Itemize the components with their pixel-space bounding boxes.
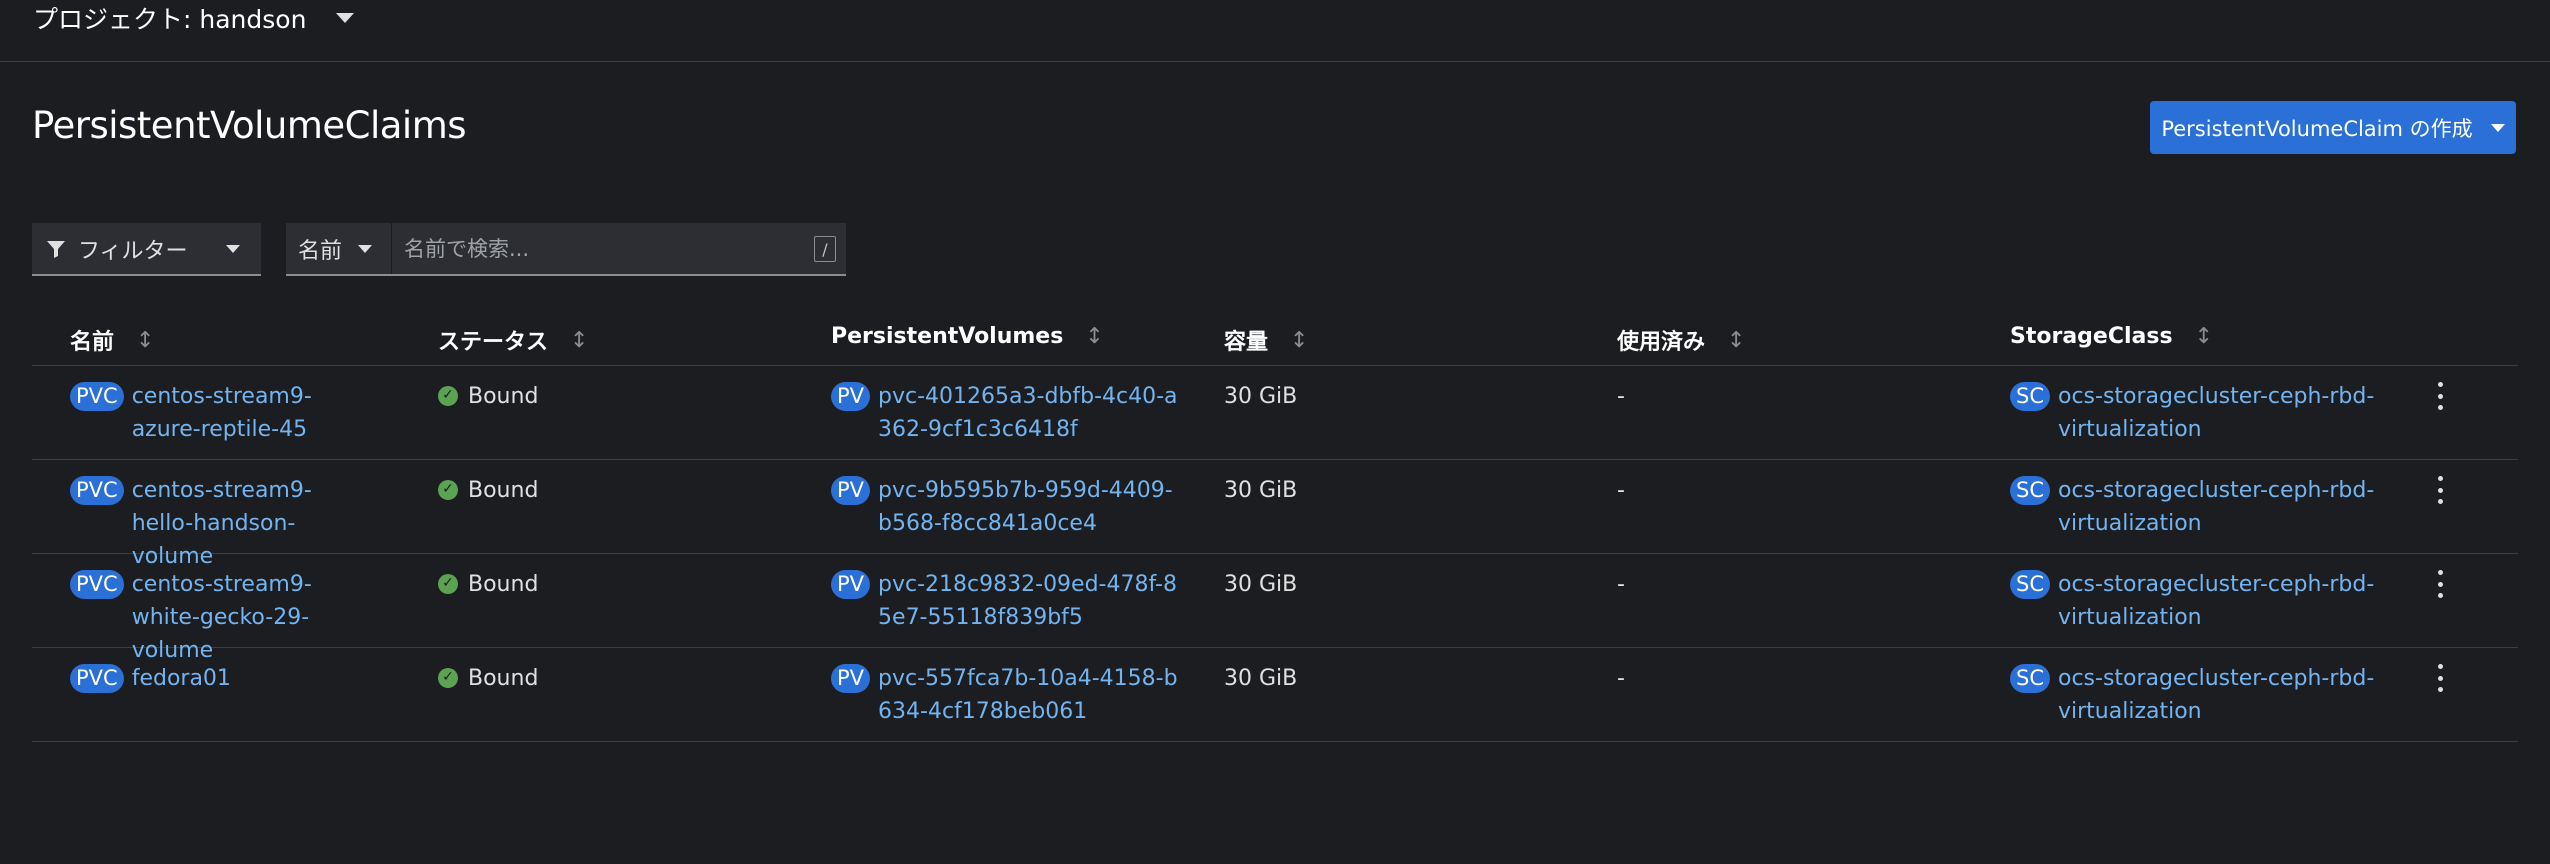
create-pvc-button[interactable]: PersistentVolumeClaim の作成 <box>2150 101 2516 154</box>
pvc-badge: PVC <box>70 570 124 599</box>
kebab-menu-icon[interactable] <box>2428 382 2452 410</box>
caret-down-icon <box>225 244 240 253</box>
attribute-select[interactable]: 名前 <box>286 223 392 274</box>
kebab-menu-icon[interactable] <box>2428 570 2452 598</box>
sort-icon: ↕ <box>570 327 589 353</box>
pvc-badge: PVC <box>70 382 124 411</box>
pvc-cell: PVC fedora01 <box>70 662 372 695</box>
filter-dropdown[interactable]: フィルター <box>32 223 261 276</box>
pv-link[interactable]: pvc-557fca7b-10a4-4158-b634-4cf178beb061 <box>878 662 1178 728</box>
pvc-link[interactable]: centos-stream9-azure-reptile-45 <box>132 380 372 446</box>
pv-link[interactable]: pvc-218c9832-09ed-478f-85e7-55118f839bf5 <box>878 568 1178 634</box>
column-header-status[interactable]: ステータス ↕ <box>438 324 588 356</box>
status-text: Bound <box>468 384 539 409</box>
sort-icon: ↕ <box>2194 324 2213 349</box>
status-cell: ✓ Bound <box>438 662 538 695</box>
table-row: PVC centos-stream9-white-gecko-29-volume… <box>32 554 2518 663</box>
pvc-link[interactable]: fedora01 <box>132 662 372 695</box>
kebab-menu-icon[interactable] <box>2428 664 2452 692</box>
pv-cell: PV pvc-218c9832-09ed-478f-85e7-55118f839… <box>831 568 1178 634</box>
column-header-capacity[interactable]: 容量 ↕ <box>1224 324 1308 356</box>
storageclass-link[interactable]: ocs-storagecluster-ceph-rbd-virtualizati… <box>2058 380 2378 446</box>
project-bar: プロジェクト: handson <box>0 0 2550 62</box>
column-header-label: StorageClass <box>2010 324 2173 349</box>
table-row: PVC fedora01 ✓ Bound PV pvc-557fca7b-10a… <box>32 648 2518 742</box>
check-circle-icon: ✓ <box>438 573 458 594</box>
used-cell: - <box>1617 478 1625 503</box>
column-header-label: 使用済み <box>1617 330 1706 355</box>
pv-cell: PV pvc-9b595b7b-959d-4409-b568-f8cc841a0… <box>831 474 1178 540</box>
table-row: PVC centos-stream9-azure-reptile-45 ✓ Bo… <box>32 366 2518 460</box>
column-header-label: ステータス <box>438 330 549 355</box>
caret-down-icon <box>2490 123 2505 132</box>
storageclass-link[interactable]: ocs-storagecluster-ceph-rbd-virtualizati… <box>2058 568 2378 634</box>
filter-icon <box>47 240 65 258</box>
capacity-cell: 30 GiB <box>1224 572 1298 597</box>
used-cell: - <box>1617 384 1625 409</box>
capacity-cell: 30 GiB <box>1224 478 1298 503</box>
sort-icon: ↕ <box>1290 327 1309 353</box>
storageclass-link[interactable]: ocs-storagecluster-ceph-rbd-virtualizati… <box>2058 474 2378 540</box>
pv-cell: PV pvc-401265a3-dbfb-4c40-a362-9cf1c3c64… <box>831 380 1178 446</box>
sort-icon: ↕ <box>1085 324 1104 349</box>
table-row: PVC centos-stream9-hello-handson-volume … <box>32 460 2518 569</box>
pv-badge: PV <box>831 476 871 505</box>
pv-badge: PV <box>831 382 871 411</box>
column-header-pv[interactable]: PersistentVolumes ↕ <box>831 324 1104 349</box>
pv-link[interactable]: pvc-401265a3-dbfb-4c40-a362-9cf1c3c6418f <box>878 380 1178 446</box>
project-label: プロジェクト: handson <box>33 4 307 34</box>
storageclass-cell: SC ocs-storagecluster-ceph-rbd-virtualiz… <box>2010 474 2378 540</box>
storageclass-cell: SC ocs-storagecluster-ceph-rbd-virtualiz… <box>2010 662 2378 728</box>
sc-badge: SC <box>2010 570 2050 599</box>
pvc-badge: PVC <box>70 664 124 693</box>
column-header-used[interactable]: 使用済み ↕ <box>1617 324 1745 356</box>
status-text: Bound <box>468 478 539 503</box>
check-circle-icon: ✓ <box>438 479 458 500</box>
shortcut-hint: / <box>814 236 836 262</box>
kebab-menu-icon[interactable] <box>2428 476 2452 504</box>
sort-icon: ↕ <box>1727 327 1746 353</box>
storageclass-cell: SC ocs-storagecluster-ceph-rbd-virtualiz… <box>2010 380 2378 446</box>
pv-link[interactable]: pvc-9b595b7b-959d-4409-b568-f8cc841a0ce4 <box>878 474 1178 540</box>
pvc-cell: PVC centos-stream9-azure-reptile-45 <box>70 380 372 446</box>
sc-badge: SC <box>2010 664 2050 693</box>
pv-cell: PV pvc-557fca7b-10a4-4158-b634-4cf178beb… <box>831 662 1178 728</box>
status-text: Bound <box>468 666 539 691</box>
capacity-cell: 30 GiB <box>1224 666 1298 691</box>
pv-badge: PV <box>831 664 871 693</box>
search-group: 名前 / <box>286 223 846 276</box>
attribute-label: 名前 <box>298 238 343 264</box>
column-header-label: 名前 <box>70 330 115 355</box>
column-header-label: PersistentVolumes <box>831 324 1064 349</box>
status-cell: ✓ Bound <box>438 380 538 413</box>
page-title: PersistentVolumeClaims <box>32 104 467 147</box>
pvc-table: 名前 ↕ ステータス ↕ PersistentVolumes ↕ 容量 ↕ 使用… <box>32 306 2518 742</box>
storageclass-cell: SC ocs-storagecluster-ceph-rbd-virtualiz… <box>2010 568 2378 634</box>
used-cell: - <box>1617 666 1625 691</box>
column-header-label: 容量 <box>1224 330 1269 355</box>
table-header: 名前 ↕ ステータス ↕ PersistentVolumes ↕ 容量 ↕ 使用… <box>32 306 2518 366</box>
caret-down-icon <box>336 12 355 23</box>
caret-down-icon <box>358 244 373 253</box>
pvc-badge: PVC <box>70 476 124 505</box>
project-selector[interactable]: プロジェクト: handson <box>33 0 355 36</box>
used-cell: - <box>1617 572 1625 597</box>
capacity-cell: 30 GiB <box>1224 384 1298 409</box>
check-circle-icon: ✓ <box>438 667 458 688</box>
storageclass-link[interactable]: ocs-storagecluster-ceph-rbd-virtualizati… <box>2058 662 2378 728</box>
status-cell: ✓ Bound <box>438 568 538 601</box>
sort-icon: ↕ <box>136 327 155 353</box>
column-header-name[interactable]: 名前 ↕ <box>70 324 154 356</box>
status-cell: ✓ Bound <box>438 474 538 507</box>
sc-badge: SC <box>2010 476 2050 505</box>
sc-badge: SC <box>2010 382 2050 411</box>
status-text: Bound <box>468 572 539 597</box>
create-pvc-label: PersistentVolumeClaim の作成 <box>2161 116 2473 141</box>
column-header-storageclass[interactable]: StorageClass ↕ <box>2010 324 2213 349</box>
check-circle-icon: ✓ <box>438 385 458 406</box>
search-input[interactable] <box>392 223 814 274</box>
filter-label: フィルター <box>78 238 188 264</box>
pv-badge: PV <box>831 570 871 599</box>
